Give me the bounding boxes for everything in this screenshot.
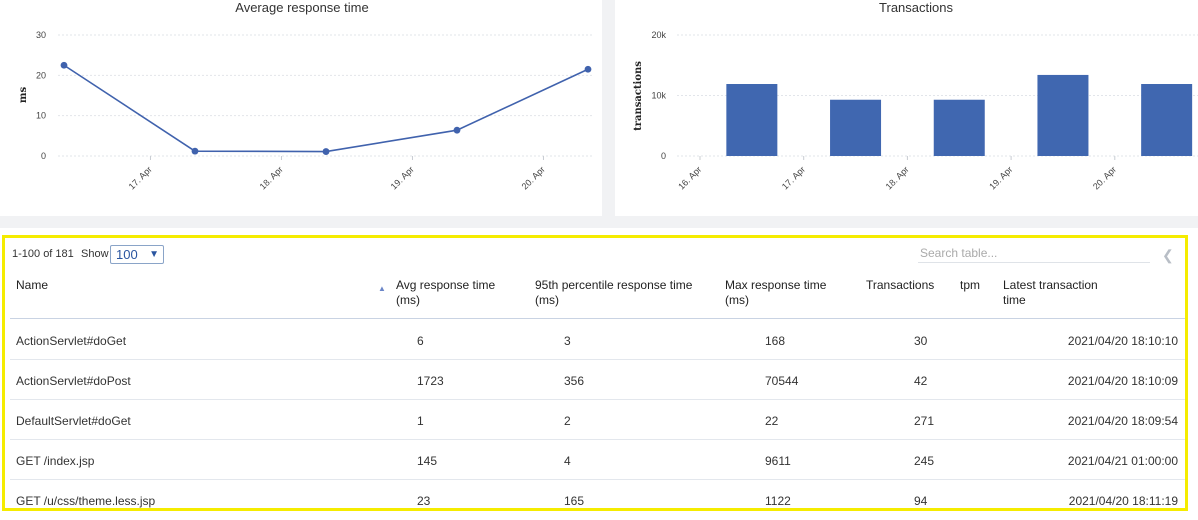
cell-max: 168 (765, 334, 786, 348)
chevron-down-icon: ▼ (149, 249, 159, 260)
bar (933, 99, 985, 156)
x-tick-label: 19. Apr (987, 164, 1014, 191)
cell-transactions: 271 (914, 414, 935, 428)
table-row[interactable]: DefaultServlet#doGet 1 2 22 271 2021/04/… (10, 400, 1188, 440)
column-header-p95[interactable]: 95th percentile response time (ms) (535, 278, 715, 308)
cell-transactions: 94 (914, 494, 928, 508)
table-row[interactable]: GET /index.jsp 145 4 9611 245 2021/04/21… (10, 440, 1188, 480)
bar (726, 84, 778, 156)
cell-transactions: 42 (914, 374, 928, 388)
y-tick-label: 0 (41, 151, 46, 161)
x-tick-label: 17. Apr (780, 164, 807, 191)
cell-avg: 6 (417, 334, 424, 348)
cell-avg: 1723 (417, 374, 444, 388)
cell-name: DefaultServlet#doGet (16, 414, 131, 428)
y-tick-label: 20k (651, 30, 666, 40)
cell-avg: 145 (417, 454, 438, 468)
transactions-chart: Transactions transactions 0 10k 20k 16. Apr… (633, 0, 1198, 192)
cell-p95: 3 (564, 334, 571, 348)
y-tick-label: 10 (36, 111, 46, 121)
avg-response-chart: Average response time ms 0 10 20 30 17. Apr 1… (18, 0, 594, 192)
y-tick-label: 10k (651, 91, 666, 101)
cell-max: 1122 (765, 494, 791, 508)
transactions-chart-panel: Transactions transactions 0 10k 20k 16. Apr… (615, 0, 1198, 216)
x-tick-label: 19. Apr (389, 164, 416, 191)
x-tick-label: 17. Apr (127, 164, 154, 191)
cell-latest: 2021/04/21 01:00:00 (1067, 454, 1178, 468)
cell-latest: 2021/04/20 18:09:54 (1067, 414, 1178, 428)
chart-title: Average response time (235, 0, 368, 15)
column-header-max[interactable]: Max response time (ms) (725, 278, 845, 308)
cell-max: 70544 (765, 374, 799, 388)
cell-name: GET /u/css/theme.less.jsp (16, 494, 156, 508)
cell-latest: 2021/04/20 18:10:09 (1067, 374, 1178, 388)
x-tick-label: 20. Apr (520, 164, 547, 191)
cell-avg: 23 (417, 494, 431, 508)
column-header-transactions[interactable]: Transactions (866, 278, 934, 293)
y-axis-title: ms (18, 87, 29, 104)
cell-avg: 1 (417, 414, 424, 428)
bar (830, 99, 882, 156)
show-label: Show (81, 248, 109, 260)
column-header-avg[interactable]: Avg response time (ms) (396, 278, 516, 308)
cell-max: 22 (765, 414, 779, 428)
column-header-latest[interactable]: Latest transaction time (1003, 278, 1123, 308)
x-tick-label: 20. Apr (1091, 164, 1118, 191)
table-row[interactable]: GET /u/css/theme.less.jsp 23 165 1122 94… (10, 480, 1188, 520)
y-tick-label: 0 (661, 151, 666, 161)
y-tick-label: 20 (36, 70, 46, 80)
column-header-name[interactable]: Name (16, 278, 48, 293)
cell-name: ActionServlet#doGet (16, 334, 127, 348)
cell-transactions: 30 (914, 334, 928, 348)
avg-response-chart-panel: Average response time ms 0 10 20 30 17. Apr 1… (0, 0, 602, 216)
data-point (584, 65, 592, 73)
x-tick-label: 16. Apr (676, 164, 703, 191)
table-row[interactable]: ActionServlet#doGet 6 3 168 30 2021/04/2… (10, 320, 1188, 360)
cell-latest: 2021/04/20 18:10:10 (1067, 334, 1178, 348)
search-input[interactable] (918, 243, 1150, 263)
chart-title: Transactions (879, 0, 953, 15)
cell-p95: 356 (564, 374, 585, 388)
header-divider (10, 318, 1188, 319)
y-tick-label: 30 (36, 30, 46, 40)
pager-info: 1-100 of 181 (12, 248, 74, 260)
bar (1141, 84, 1193, 156)
cell-p95: 2 (564, 414, 571, 428)
table-row[interactable]: ActionServlet#doPost 1723 356 70544 42 2… (10, 360, 1188, 400)
cell-name: ActionServlet#doPost (16, 374, 131, 388)
x-tick-label: 18. Apr (884, 164, 911, 191)
page-size-value: 100 (116, 247, 138, 262)
sort-asc-icon[interactable]: ▲ (378, 284, 386, 293)
page-size-select[interactable]: 100 ▼ (110, 245, 164, 264)
column-header-tpm[interactable]: tpm (960, 278, 980, 293)
cell-name: GET /index.jsp (16, 454, 95, 468)
cell-p95: 165 (564, 494, 585, 508)
data-point (322, 148, 330, 155)
y-axis-title: transactions (633, 61, 644, 131)
bar (1037, 74, 1089, 156)
cell-transactions: 245 (914, 454, 935, 468)
cell-max: 9611 (765, 454, 791, 468)
cell-latest: 2021/04/20 18:11:19 (1068, 494, 1178, 508)
chevron-left-icon[interactable]: ❮ (1162, 247, 1174, 264)
data-point (60, 61, 68, 69)
x-tick-label: 18. Apr (258, 164, 285, 191)
data-point (191, 147, 199, 155)
cell-p95: 4 (564, 454, 571, 468)
series-line (63, 64, 589, 153)
data-point (453, 126, 461, 134)
